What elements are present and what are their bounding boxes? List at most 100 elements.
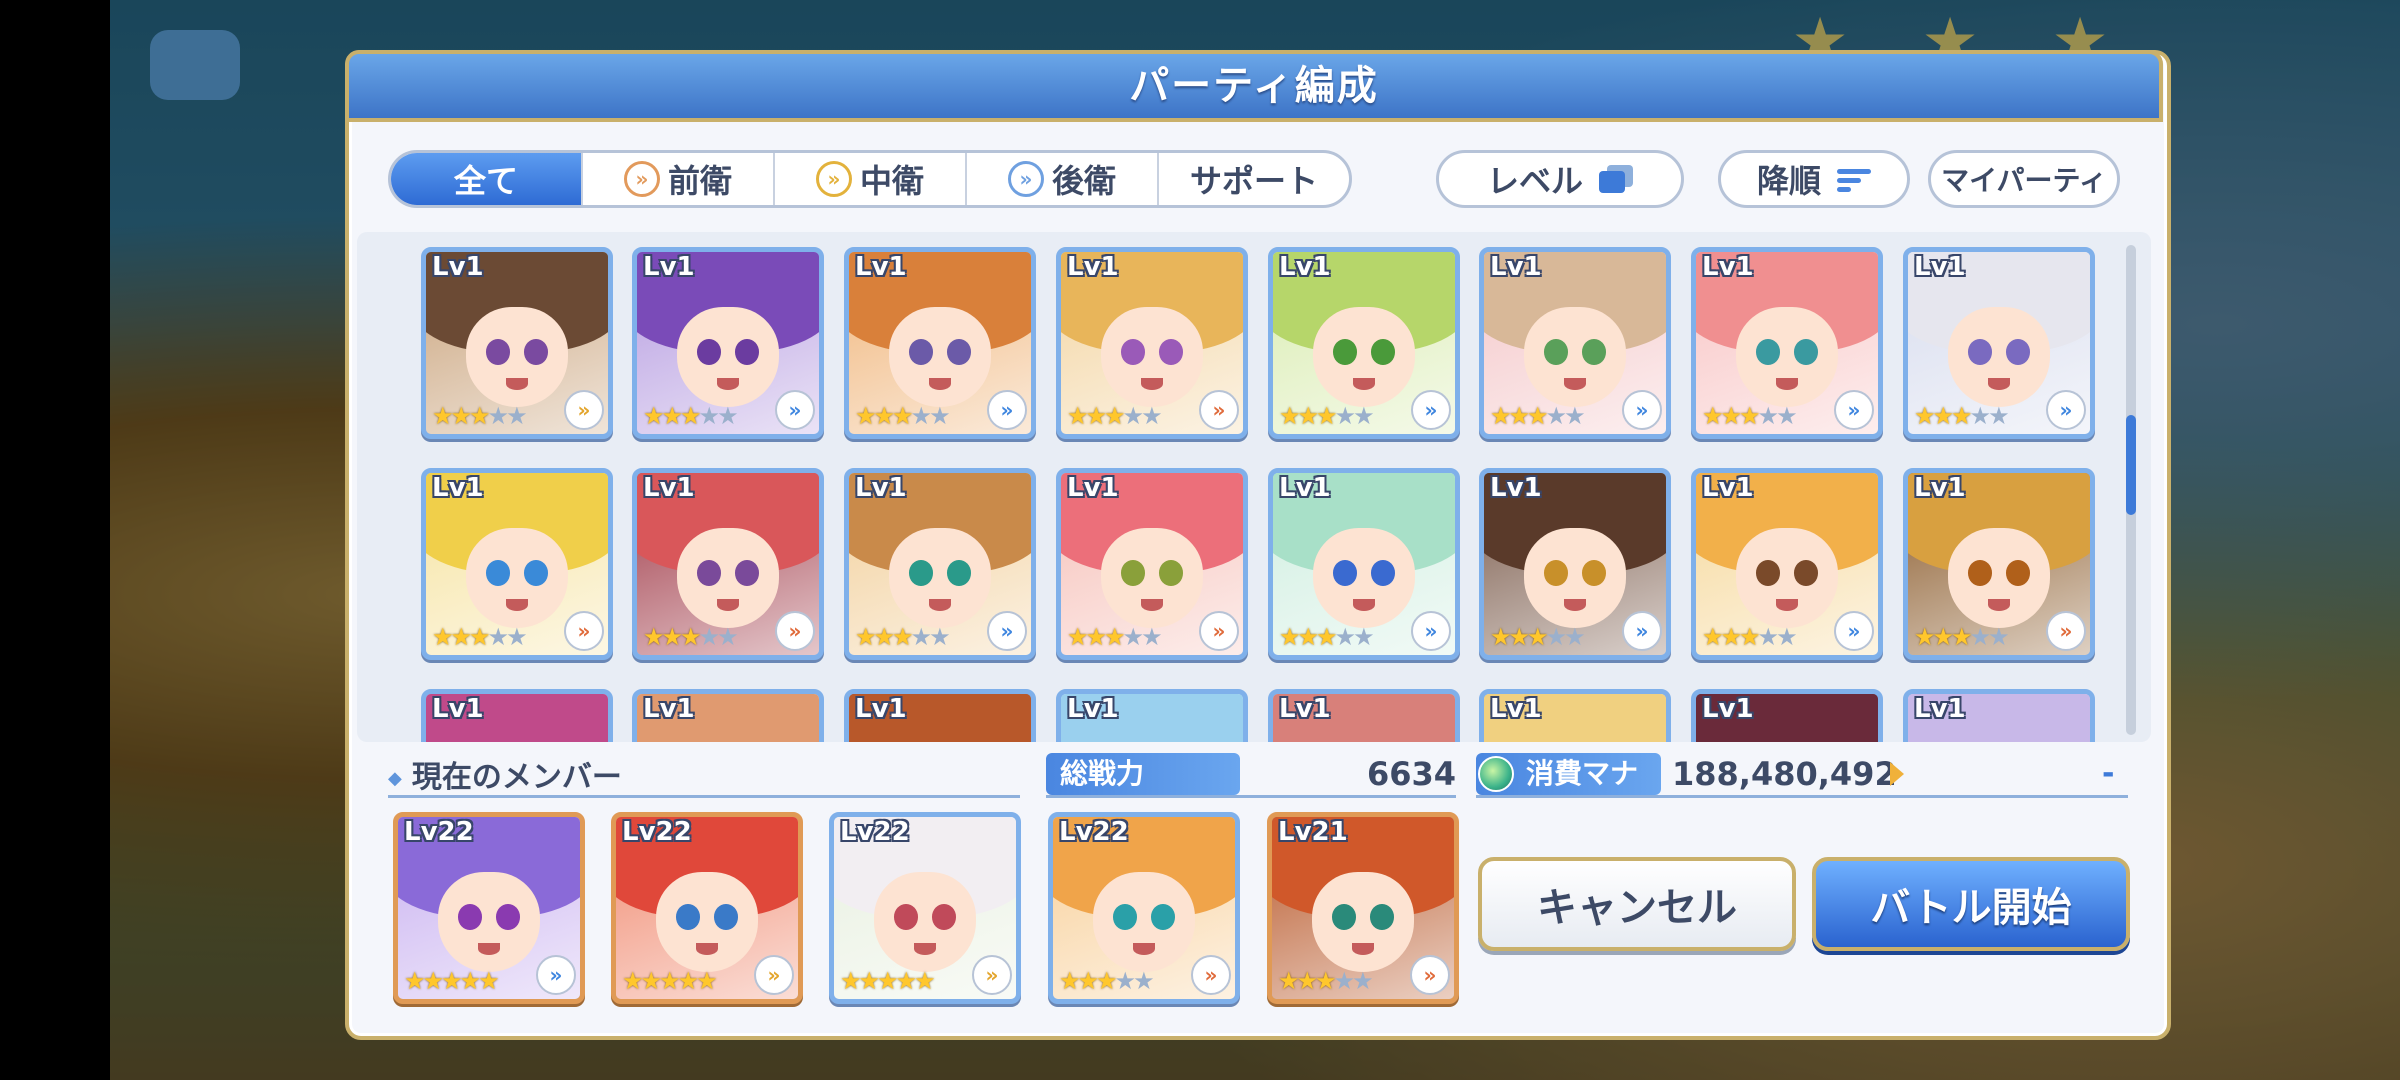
middle-position-icon: » [815, 161, 852, 197]
character-card[interactable]: Lv22 ★★★★★» [1048, 812, 1240, 1004]
star-icon: ★ [487, 402, 509, 430]
divider [1046, 795, 1456, 798]
star-icon: ★ [1527, 623, 1548, 651]
cancel-button[interactable]: キャンセル [1478, 857, 1796, 951]
character-card[interactable]: Lv1★★★★★» [1268, 247, 1460, 439]
star-rating: ★★★★★ [622, 967, 718, 995]
character-card[interactable]: Lv1★★★★★» [1903, 689, 2095, 742]
star-rating: ★★★★★ [840, 967, 936, 995]
character-card[interactable]: Lv21 ★★★★★» [1267, 812, 1459, 1004]
portrait-eye [1582, 339, 1606, 365]
character-card[interactable]: Lv1★★★★★» [1691, 247, 1883, 439]
star-icon: ★ [696, 967, 717, 995]
roster-scrollbar-thumb[interactable] [2126, 415, 2136, 515]
star-icon: ★ [643, 402, 664, 430]
filter-tab[interactable]: 全て [391, 153, 583, 205]
star-icon: ★ [873, 402, 895, 430]
sort-order-button[interactable]: 降順 [1718, 150, 1910, 208]
character-card[interactable]: Lv1★★★★★» [1268, 468, 1460, 660]
star-icon: ★ [432, 402, 453, 430]
portrait-eye [1756, 339, 1780, 365]
character-card[interactable]: Lv1★★★★★» [1479, 468, 1671, 660]
sort-key-button[interactable]: レベル [1436, 150, 1684, 208]
portrait-eye [1968, 339, 1992, 365]
star-icon: ★ [450, 623, 472, 651]
star-icon: ★ [1720, 623, 1742, 651]
portrait-face [1313, 306, 1415, 407]
character-card[interactable]: Lv1★★★★★» [1056, 689, 1248, 742]
character-card[interactable]: Lv1★★★★★» [844, 247, 1036, 439]
character-card[interactable]: Lv1★★★★★» [844, 468, 1036, 660]
star-icon: ★ [1932, 402, 1954, 430]
level-label: Lv1 [1279, 694, 1331, 724]
filter-tab[interactable]: サポート [1159, 153, 1349, 205]
star-icon: ★ [1545, 402, 1567, 430]
star-rating: ★★★★★ [1059, 967, 1155, 995]
level-label: Lv21 [1278, 817, 1348, 847]
level-label: Lv1 [432, 473, 484, 503]
character-card[interactable]: Lv1★★★★★» [632, 468, 824, 660]
front-position-icon: » [775, 611, 815, 651]
filter-tab-label: 後衛 [1051, 162, 1116, 200]
character-card[interactable]: Lv1★★★★★» [1479, 247, 1671, 439]
level-label: Lv1 [1702, 252, 1754, 282]
portrait-eye [697, 339, 721, 365]
star-rating: ★★★★★ [855, 623, 951, 651]
character-card[interactable]: Lv1★★★★★» [1691, 689, 1883, 742]
character-card[interactable]: Lv22 ★★★★★» [829, 812, 1021, 1004]
portrait-eye [1371, 560, 1395, 586]
character-card[interactable]: Lv1★★★★★» [1268, 689, 1460, 742]
character-card[interactable]: Lv1★★★★★» [1691, 468, 1883, 660]
character-card[interactable]: Lv1★★★★★» [421, 468, 613, 660]
level-label: Lv1 [1067, 694, 1119, 724]
star-icon: ★ [677, 967, 699, 995]
character-card[interactable]: Lv1★★★★★» [632, 689, 824, 742]
portrait-face [1093, 871, 1195, 972]
star-icon: ★ [858, 967, 880, 995]
star-rating: ★★★★★ [1278, 967, 1374, 995]
star-icon: ★ [877, 967, 898, 995]
back-position-icon: » [1834, 611, 1874, 651]
star-icon: ★ [1085, 402, 1107, 430]
star-icon: ★ [910, 402, 932, 430]
star-icon: ★ [1122, 402, 1144, 430]
star-icon: ★ [1096, 967, 1117, 995]
my-party-button[interactable]: マイパーティ [1928, 150, 2120, 208]
character-card[interactable]: Lv1★★★★★» [421, 247, 613, 439]
portrait-face [874, 871, 976, 972]
star-icon: ★ [1114, 967, 1136, 995]
star-icon: ★ [910, 623, 932, 651]
portrait-face [1948, 527, 2050, 628]
back-button[interactable] [150, 30, 240, 100]
mana-extra-value: - [2102, 756, 2115, 791]
filter-tab[interactable]: » 中衛 [775, 153, 967, 205]
portrait-eye [1371, 339, 1395, 365]
portrait-eye [486, 339, 510, 365]
portrait-eye [458, 904, 482, 930]
star-icon: ★ [1776, 623, 1797, 651]
portrait-eye [1113, 904, 1137, 930]
character-card[interactable]: Lv1★★★★★» [1056, 468, 1248, 660]
star-icon: ★ [661, 623, 683, 651]
character-card[interactable]: Lv1★★★★★» [1056, 247, 1248, 439]
character-card[interactable]: Lv1★★★★★» [844, 689, 1036, 742]
filter-tab[interactable]: » 前衛 [583, 153, 775, 205]
portrait-eye [735, 339, 759, 365]
level-label: Lv1 [1702, 473, 1754, 503]
star-icon: ★ [1969, 623, 1991, 651]
portrait-face [656, 871, 758, 972]
start-battle-button[interactable]: バトル開始 [1812, 857, 2130, 951]
character-card[interactable]: Lv1★★★★★» [1903, 468, 2095, 660]
character-card[interactable]: Lv1★★★★★» [421, 689, 613, 742]
total-power-value: 6634 [1366, 755, 1456, 793]
character-card[interactable]: Lv1★★★★★» [1903, 247, 2095, 439]
filter-tab[interactable]: » 後衛 [967, 153, 1159, 205]
character-card[interactable]: Lv22 ★★★★★» [393, 812, 585, 1004]
character-card[interactable]: Lv1★★★★★» [1479, 689, 1671, 742]
star-icon: ★ [1059, 967, 1080, 995]
star-icon: ★ [1352, 967, 1373, 995]
character-card[interactable]: Lv22 ★★★★★» [611, 812, 803, 1004]
star-icon: ★ [1077, 967, 1099, 995]
front-position-icon: » [564, 611, 604, 651]
character-card[interactable]: Lv1★★★★★» [632, 247, 824, 439]
